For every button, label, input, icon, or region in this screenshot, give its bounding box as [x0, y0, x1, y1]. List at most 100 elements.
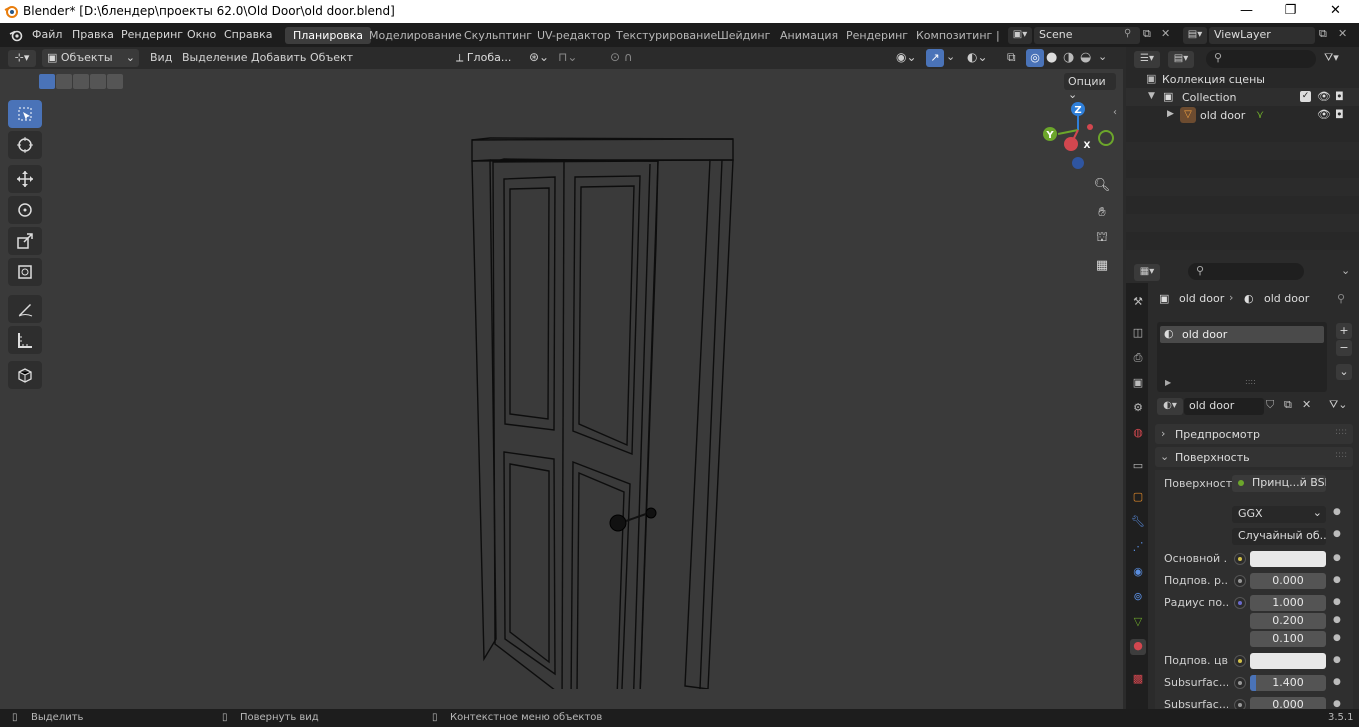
outliner-row-scene-collection[interactable]: ▣ Коллекция сцены — [1126, 70, 1359, 88]
material-slot-list[interactable]: ◐ old door ▶ :::: — [1157, 322, 1327, 392]
physics-tab-icon[interactable]: ◉ — [1130, 565, 1146, 581]
wireframe-shading-icon[interactable]: ◎ — [1026, 49, 1044, 67]
camera-render-icon[interactable]: ◘ — [1335, 108, 1344, 121]
maximize-button[interactable]: ❐ — [1268, 0, 1313, 23]
surface-panel-header[interactable]: ⌄ Поверхность :::: — [1155, 447, 1353, 467]
pan-hand-icon[interactable]: ✋︎ — [1091, 201, 1113, 223]
socket-link-icon[interactable] — [1234, 655, 1246, 667]
add-cube-tool-icon[interactable] — [8, 361, 42, 389]
duplicate-material-icon[interactable]: ⧉ — [1284, 398, 1292, 412]
pin-icon[interactable]: ⚲ — [1337, 292, 1345, 305]
browse-material-icon[interactable]: ◐▾ — [1157, 398, 1183, 415]
menu-help[interactable]: Справка — [224, 28, 272, 41]
distribution-dropdown[interactable]: GGX ⌄ — [1232, 506, 1326, 523]
slot-menu-button[interactable]: ⌄ — [1336, 364, 1352, 380]
chevron-down-icon[interactable]: ⌄ — [1341, 264, 1350, 277]
texture-tab-icon[interactable]: ▩ — [1130, 672, 1146, 688]
gizmo-dropdown-icon[interactable]: ⌄ — [946, 50, 955, 63]
modifier-tab-icon[interactable]: 🔧︎ — [1130, 515, 1146, 531]
collection-tab-icon[interactable]: ▭ — [1130, 459, 1146, 475]
select-new-icon[interactable] — [39, 74, 55, 89]
constraints-tab-icon[interactable]: ⊚ — [1130, 590, 1146, 606]
perspective-grid-icon[interactable]: ▦ — [1091, 254, 1113, 276]
close-button[interactable]: ✕ — [1313, 0, 1358, 23]
fake-user-icon[interactable]: ⛉ — [1266, 398, 1274, 412]
socket-link-icon[interactable] — [1234, 677, 1246, 689]
filter-icon[interactable]: ⛛▾ — [1324, 51, 1339, 65]
select-box-tool-icon[interactable] — [8, 100, 42, 128]
expand-arrow-icon[interactable]: ▶ — [1165, 378, 1171, 387]
material-tab-icon[interactable]: ● — [1130, 639, 1146, 655]
new-scene-icon[interactable]: ⧉ — [1143, 27, 1151, 41]
select-subtract-icon[interactable] — [73, 74, 89, 89]
add-slot-button[interactable]: + — [1336, 323, 1352, 339]
visibility-icon[interactable]: ◉⌄ — [896, 50, 917, 64]
render-tab-icon[interactable]: ◫ — [1130, 326, 1146, 342]
camera-render-icon[interactable]: ◘ — [1335, 90, 1344, 103]
pivot-icon[interactable]: ⊛⌄ — [529, 50, 549, 64]
rotate-tool-icon[interactable] — [8, 196, 42, 224]
remove-slot-button[interactable]: − — [1336, 340, 1352, 356]
delete-scene-icon[interactable]: ✕ — [1161, 27, 1170, 40]
resize-handle-icon[interactable]: :::: — [1245, 377, 1256, 386]
menu-edit[interactable]: Правка — [72, 28, 114, 41]
scale-tool-icon[interactable] — [8, 227, 42, 255]
outliner-row-collection[interactable]: ▼ ▣ Collection ✓ 👁︎ ◘ — [1126, 88, 1359, 106]
select-intersect-icon[interactable] — [107, 74, 123, 89]
shading-dropdown-icon[interactable]: ⌄ — [1098, 50, 1107, 63]
tab-rendering[interactable]: Рендеринг — [838, 27, 916, 44]
menu-add[interactable]: Добавить — [251, 51, 306, 64]
menu-object[interactable]: Объект — [310, 51, 353, 64]
mode-selector[interactable]: ▣ Объекты ⌄ — [42, 49, 139, 67]
link-mode-icon[interactable]: ⛛⌄ — [1329, 398, 1347, 412]
tab-shading[interactable]: Шейдинг — [709, 27, 778, 44]
measure-tool-icon[interactable] — [8, 326, 42, 354]
overlays-icon[interactable]: ◐⌄ — [967, 50, 988, 64]
view-layer-tab-icon[interactable]: ▣ — [1130, 376, 1146, 392]
eye-icon[interactable]: 👁︎ — [1317, 90, 1331, 103]
gizmo-neg-x-axis[interactable] — [1087, 124, 1093, 130]
select-invert-icon[interactable] — [90, 74, 106, 89]
color-swatch-field[interactable] — [1250, 653, 1326, 669]
socket-link-icon[interactable] — [1234, 553, 1246, 565]
tab-texture-paint[interactable]: Текстурирование — [608, 27, 725, 44]
delete-viewlayer-icon[interactable]: ✕ — [1338, 27, 1347, 40]
material-shading-icon[interactable]: ◑ — [1063, 50, 1074, 65]
gizmo-neg-y-axis[interactable] — [1098, 130, 1114, 146]
editor-type-icon[interactable]: ⊹▾ — [8, 50, 36, 67]
eye-icon[interactable]: 👁︎ — [1317, 108, 1331, 121]
tab-overflow[interactable]: | — [988, 27, 1008, 44]
viewlayer-name-field[interactable]: ViewLayer — [1209, 27, 1315, 44]
number-field[interactable]: 0.000 — [1250, 573, 1326, 589]
surface-shader-selector[interactable]: Принц...й BSDF — [1232, 475, 1326, 492]
exclude-checkbox-icon[interactable]: ✓ — [1300, 91, 1311, 102]
scene-selector-icon[interactable]: ▣▾ — [1008, 27, 1032, 44]
minimize-button[interactable]: — — [1224, 0, 1269, 23]
material-slot-item[interactable]: ◐ old door — [1160, 326, 1324, 343]
menu-render[interactable]: Рендеринг — [121, 28, 183, 41]
camera-view-icon[interactable]: ⛫ — [1091, 227, 1113, 249]
expand-arrow-icon[interactable]: ▼ — [1148, 91, 1155, 101]
mesh-data-icon[interactable]: ⋎ — [1256, 108, 1264, 121]
blender-menu-icon[interactable] — [9, 28, 23, 42]
number-field[interactable]: 1.400 — [1250, 675, 1326, 691]
socket-link-icon[interactable] — [1234, 597, 1246, 609]
proportional-edit-icon[interactable]: ⊙ ∩ — [610, 50, 633, 64]
collapse-arrow-icon[interactable]: ▶ — [1167, 109, 1174, 119]
move-tool-icon[interactable] — [8, 165, 42, 193]
zoom-icon[interactable]: 🔍︎ — [1091, 174, 1113, 196]
tab-modeling[interactable]: Моделирование — [361, 27, 470, 44]
menu-window[interactable]: Окно — [187, 28, 216, 41]
properties-editor-icon[interactable]: ▦▾ — [1134, 264, 1160, 281]
tab-uv-editing[interactable]: UV-редактор — [529, 27, 619, 44]
tab-layout[interactable]: Планировка — [285, 27, 371, 44]
door-wireframe[interactable] — [460, 134, 750, 689]
navigation-gizmo[interactable]: Z Y X — [1038, 97, 1118, 171]
tab-animation[interactable]: Анимация — [772, 27, 846, 44]
tool-tab-icon[interactable]: ⚒ — [1130, 295, 1146, 311]
viewlayer-selector-icon[interactable]: ▤▾ — [1183, 27, 1207, 44]
xray-icon[interactable]: ⧉ — [1007, 50, 1016, 65]
number-field[interactable]: 0.200 — [1250, 613, 1326, 629]
properties-search-input[interactable]: ⚲ — [1188, 263, 1304, 280]
object-tab-icon[interactable]: ▢ — [1130, 490, 1146, 506]
